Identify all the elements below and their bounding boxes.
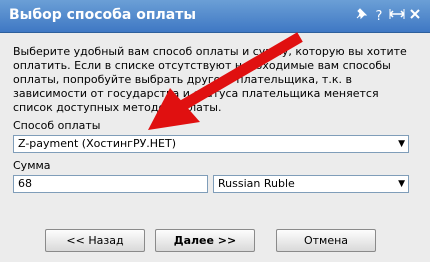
currency-value: Russian Ruble bbox=[218, 177, 295, 190]
amount-input[interactable]: 68 bbox=[13, 175, 208, 193]
dropdown-arrow-icon[interactable]: ▼ bbox=[398, 136, 405, 152]
help-icon[interactable]: ? bbox=[370, 9, 388, 24]
dropdown-arrow-icon[interactable]: ▼ bbox=[398, 176, 405, 192]
close-icon[interactable] bbox=[406, 8, 424, 24]
description-text: Выберите удобный вам способ оплаты и сум… bbox=[13, 45, 407, 114]
resize-icon[interactable] bbox=[388, 7, 406, 25]
next-button[interactable]: Далее >> bbox=[155, 229, 255, 252]
payment-method-value: Z-payment (ХостингРУ.НЕТ) bbox=[18, 137, 177, 150]
title-bar: Выбор способа оплаты ? bbox=[0, 0, 430, 33]
payment-method-label: Способ оплаты bbox=[13, 119, 101, 132]
amount-value: 68 bbox=[18, 177, 32, 190]
back-button[interactable]: << Назад bbox=[45, 229, 145, 252]
pin-icon[interactable] bbox=[352, 7, 370, 25]
cancel-button[interactable]: Отмена bbox=[276, 229, 376, 252]
currency-select[interactable]: Russian Ruble ▼ bbox=[213, 175, 409, 193]
dialog-title: Выбор способа оплаты bbox=[9, 7, 196, 23]
payment-method-select[interactable]: Z-payment (ХостингРУ.НЕТ) ▼ bbox=[13, 135, 409, 153]
dialog-body: Выберите удобный вам способ оплаты и сум… bbox=[0, 33, 430, 262]
amount-label: Сумма bbox=[13, 159, 51, 172]
title-bar-icons: ? bbox=[352, 5, 424, 27]
